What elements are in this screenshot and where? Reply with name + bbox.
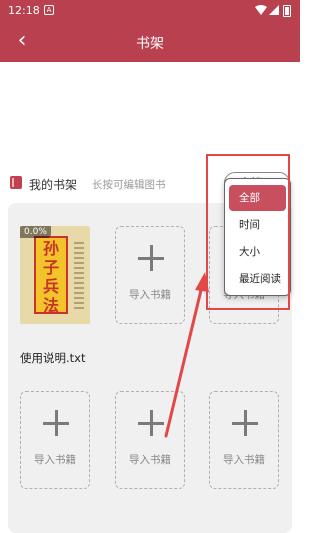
signal-icon <box>268 4 280 19</box>
page-title: 书架 <box>136 36 164 52</box>
notification-icon: A <box>44 5 54 15</box>
section-title: 我的书架 <box>29 178 78 192</box>
section-hint: 长按可编辑图书 <box>92 179 166 191</box>
plus-icon <box>232 410 258 436</box>
import-book-slot[interactable]: 导入书籍 <box>209 391 279 489</box>
battery-icon <box>283 5 291 17</box>
wifi-icon <box>255 4 267 19</box>
cover-title-plate: 孙 子 兵 法 <box>34 236 68 314</box>
plus-icon <box>138 245 164 271</box>
import-book-label: 导入书籍 <box>34 454 76 466</box>
plus-icon <box>43 410 69 436</box>
reading-progress-badge: 0.0% <box>20 226 51 238</box>
bookshelf-icon <box>10 176 22 189</box>
cover-char: 子 <box>42 258 59 277</box>
cover-char: 兵 <box>42 277 59 296</box>
status-bar: 12:18 A <box>0 0 300 22</box>
cover-char: 法 <box>42 296 59 315</box>
cover-char: 孙 <box>42 239 59 258</box>
import-book-label: 导入书籍 <box>223 454 265 466</box>
book-name: 使用说明.txt <box>20 351 86 365</box>
title-bar: ‹ 书架 <box>0 22 300 62</box>
status-time: 12:18 <box>8 4 40 17</box>
plus-icon <box>138 410 164 436</box>
import-book-slot[interactable]: 导入书籍 <box>115 226 185 324</box>
import-book-label: 导入书籍 <box>129 289 171 301</box>
book-cover[interactable]: 孙 子 兵 法 0.0% <box>20 226 90 324</box>
annotation-highlight-box <box>206 154 290 310</box>
cover-text-lines <box>74 242 84 312</box>
import-book-slot[interactable]: 导入书籍 <box>20 391 90 489</box>
import-book-slot[interactable]: 导入书籍 <box>115 391 185 489</box>
import-book-label: 导入书籍 <box>129 454 171 466</box>
